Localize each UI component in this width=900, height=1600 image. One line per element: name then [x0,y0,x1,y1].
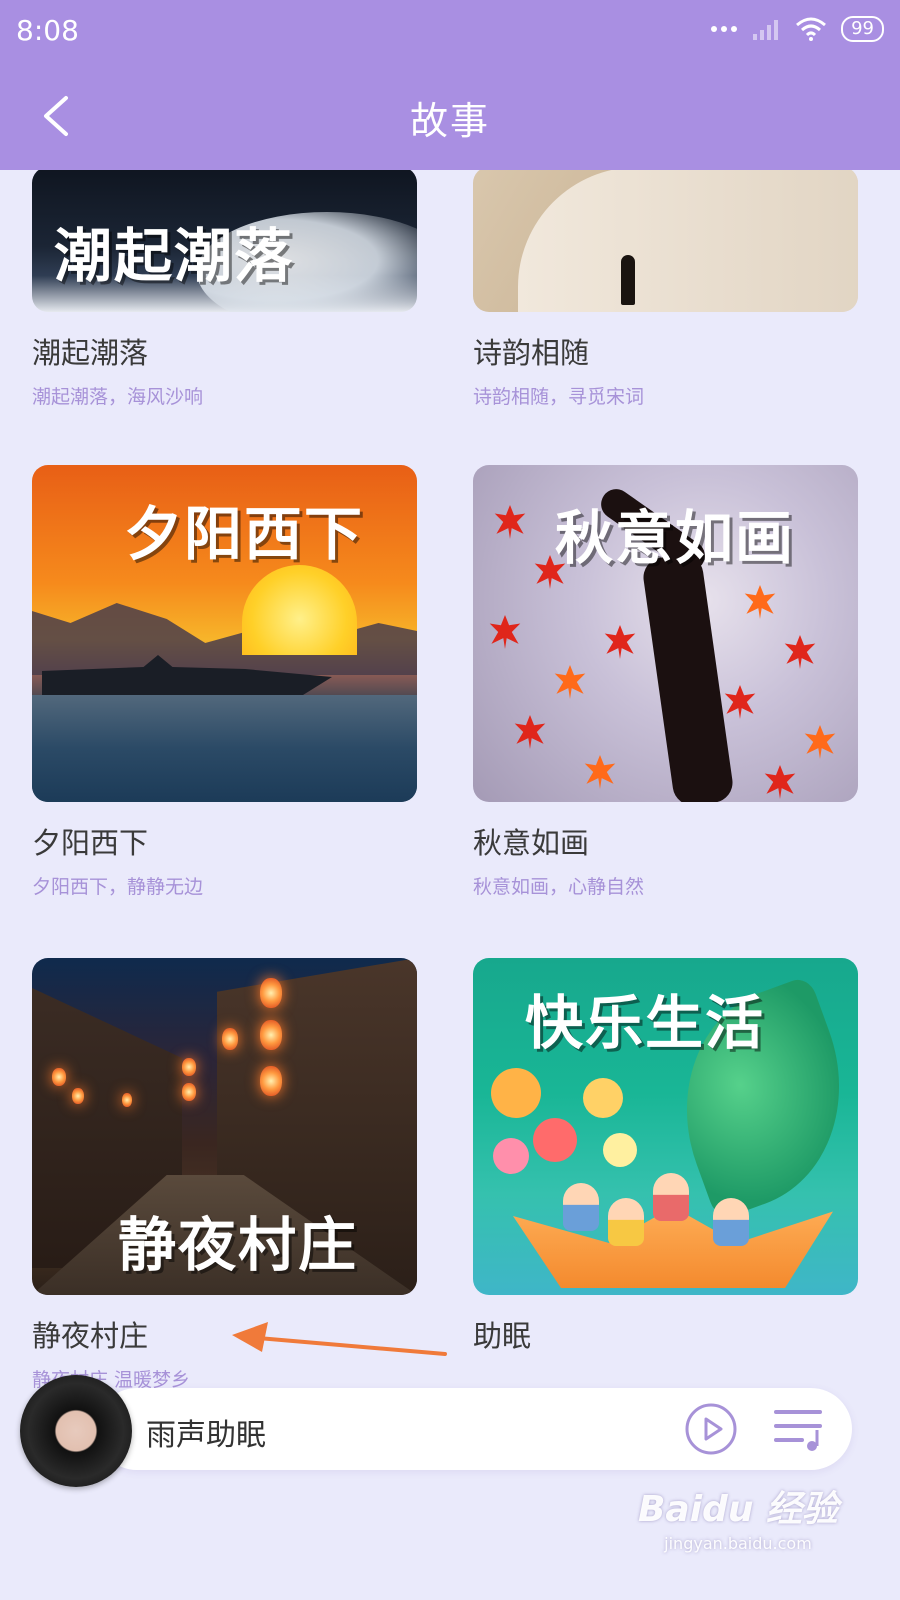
thumbnail-caption: 夕阳西下 [124,500,365,568]
story-thumbnail: 夕阳西下 [32,465,417,802]
thumbnail-caption: 静夜村庄 [118,1211,359,1279]
signal-icon [753,20,779,40]
story-title: 潮起潮落 [32,336,149,370]
story-thumbnail: 秋意如画 [473,465,858,802]
story-card-poem[interactable]: 诗韵相随 诗韵相随，寻觅宋词 [473,170,858,409]
story-thumbnail: 潮起潮落 [32,170,417,312]
story-title: 秋意如画 [473,826,590,860]
playlist-button[interactable] [772,1404,826,1454]
story-grid: 潮起潮落 潮起潮落 潮起潮落，海风沙响 诗韵相随 诗韵相随，寻觅宋词 夕阳西下 … [0,170,900,1600]
play-button[interactable] [684,1402,738,1456]
watermark-url: jingyan.baidu.com [664,1534,812,1553]
status-icons: 99 [711,16,884,42]
thumbnail-caption: 秋意如画 [555,504,796,572]
thumbnail-caption: 快乐生活 [525,989,766,1057]
play-icon [685,1403,737,1455]
player-track-title: 雨声助眠 [146,1418,266,1453]
watermark-logo: Baidu 经验 [637,1489,838,1530]
annotation-arrow [232,1322,447,1356]
story-card-sunset[interactable]: 夕阳西下 夕阳西下 夕阳西下，静静无边 [32,465,417,899]
page-title: 故事 [409,99,490,143]
story-thumbnail [473,170,858,312]
story-card-tide[interactable]: 潮起潮落 潮起潮落 潮起潮落，海风沙响 [32,170,417,409]
story-title: 诗韵相随 [473,336,590,370]
battery-indicator: 99 [841,16,884,42]
story-subtitle: 潮起潮落，海风沙响 [32,386,204,408]
story-card-sleep[interactable]: 快乐生活 助眠 [473,958,858,1365]
story-card-autumn[interactable]: 秋意如画 秋意如画 秋意如画，心静自然 [473,465,858,899]
album-disc[interactable] [20,1375,132,1487]
story-subtitle: 诗韵相随，寻觅宋词 [473,386,645,408]
wifi-icon [796,17,827,41]
status-bar: 8:08 99 [0,0,900,62]
baidu-watermark: Baidu 经验 jingyan.baidu.com [638,1480,838,1553]
story-thumbnail: 快乐生活 [473,958,858,1295]
story-title: 夕阳西下 [32,826,149,860]
story-subtitle: 夕阳西下，静静无边 [32,876,204,898]
story-title: 助眠 [473,1319,532,1353]
thumbnail-caption: 潮起潮落 [54,222,295,290]
story-subtitle: 秋意如画，心静自然 [473,876,645,898]
status-time: 8:08 [16,14,79,47]
mini-player[interactable]: 雨声助眠 [96,1388,852,1470]
playlist-icon [774,1410,822,1451]
more-dots-icon [711,26,738,32]
app-header: 故事 [0,62,900,170]
story-thumbnail: 静夜村庄 [32,958,417,1295]
